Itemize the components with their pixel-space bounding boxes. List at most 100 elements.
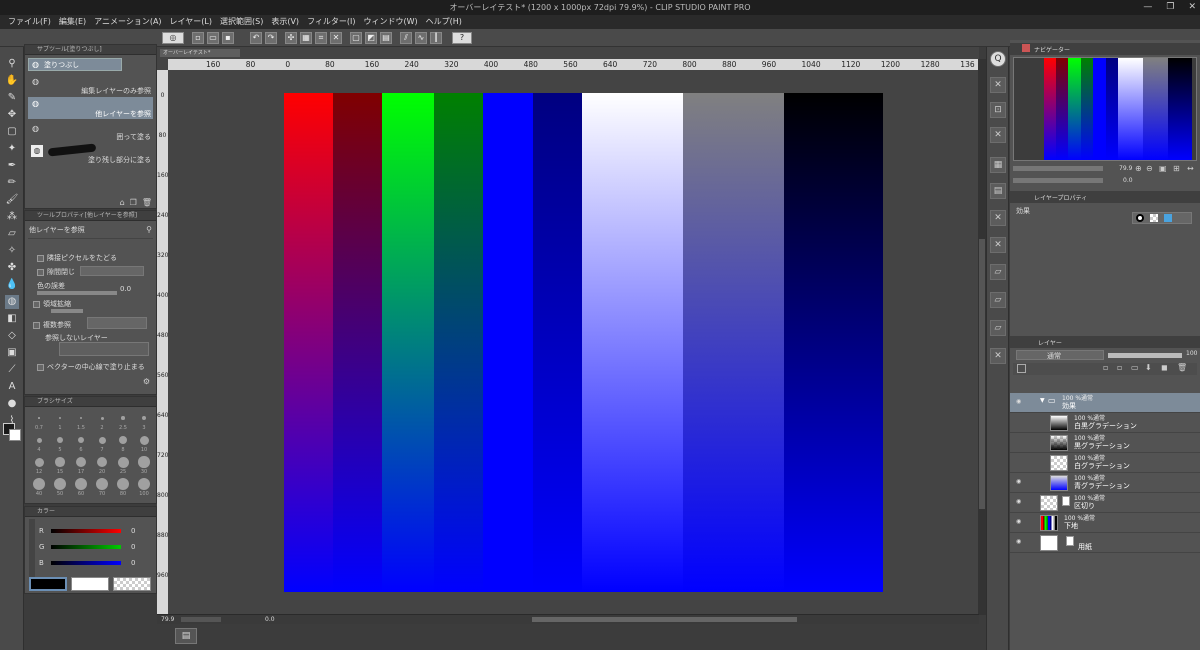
channel-g-slider[interactable] <box>51 545 121 549</box>
eye-icon[interactable]: ◉ <box>1016 499 1023 505</box>
snap-special-ruler-icon[interactable]: ∿ <box>415 32 427 44</box>
hand-icon[interactable]: ✋ <box>5 74 19 88</box>
save-icon[interactable]: ▪ <box>222 32 234 44</box>
close-gap-selector[interactable] <box>80 266 144 276</box>
tool-property-tab[interactable]: ツールプロパティ[他レイヤーを参照] <box>25 211 156 221</box>
layer-row[interactable]: ◉ 100 %通常 青グラデーション <box>1010 473 1200 493</box>
effect-buttons[interactable] <box>1132 212 1192 224</box>
brush-size-cell[interactable]: 8 <box>113 433 133 454</box>
open-file-icon[interactable]: ▭ <box>207 32 219 44</box>
brush-size-cell[interactable]: 2.5 <box>113 411 133 432</box>
snap-ruler-icon[interactable]: ⫽ <box>400 32 412 44</box>
snap-grid-icon[interactable]: ┃ <box>430 32 442 44</box>
color-mode-strip[interactable] <box>29 519 35 579</box>
brush-size-cell[interactable]: 5 <box>50 433 70 454</box>
tone-effect-icon[interactable] <box>1150 214 1158 222</box>
menu-selection[interactable]: 選択範囲(S) <box>218 15 269 29</box>
material-icon[interactable]: ▱ <box>990 292 1006 308</box>
brush-size-cell[interactable]: 20 <box>92 455 112 476</box>
menu-window[interactable]: ウィンドウ(W) <box>362 15 424 29</box>
layer-row[interactable]: 100 %通常 白グラデーション <box>1010 453 1200 473</box>
multi-refer-options[interactable] <box>87 317 147 329</box>
menu-animation[interactable]: アニメーション(A) <box>92 15 167 29</box>
channel-b-slider[interactable] <box>51 561 121 565</box>
brush-size-cell[interactable]: 0.7 <box>29 411 49 432</box>
pencil-icon[interactable]: ✏ <box>5 176 19 190</box>
eye-icon[interactable]: ◉ <box>1016 479 1023 485</box>
brush-size-cell[interactable]: 17 <box>71 455 91 476</box>
transparent-color-chip[interactable] <box>113 577 151 591</box>
menu-layer[interactable]: レイヤー(L) <box>168 15 218 29</box>
folder-collapse-icon[interactable]: ▼ <box>1040 397 1045 404</box>
layer-row[interactable]: 100 %通常 白黒グラデーション <box>1010 413 1200 433</box>
navigator-preview[interactable] <box>1013 57 1197 161</box>
navigator-icon[interactable]: ✕ <box>990 77 1006 93</box>
subtool-delete-icon[interactable]: 🗑 <box>142 198 152 207</box>
brush-size-cell[interactable]: 30 <box>134 455 154 476</box>
layer-row-folder[interactable]: ◉ ▼ ▭ 100 %通常 効果 <box>1010 393 1200 413</box>
canvas-artboard[interactable] <box>284 93 883 592</box>
selection-icon[interactable]: ▢ <box>5 125 19 139</box>
clear-icon[interactable]: ✣ <box>285 32 297 44</box>
color-wheel-icon[interactable]: ▦ <box>990 157 1006 173</box>
material-3d-icon[interactable]: ✕ <box>990 348 1006 364</box>
follow-adjacent-checkbox[interactable]: 隣接ピクセルをたどる <box>37 253 117 263</box>
new-vector-icon[interactable]: ▫ <box>1117 363 1122 372</box>
brush-size-cell[interactable]: 12 <box>29 455 49 476</box>
brush-size-cell[interactable]: 70 <box>92 477 112 498</box>
eye-icon[interactable]: ◉ <box>1016 399 1023 405</box>
layer-color-icon[interactable] <box>1164 214 1172 222</box>
layer-color-swatch[interactable] <box>1017 364 1026 373</box>
airbrush-icon[interactable]: ⁂ <box>5 210 19 224</box>
brush-size-tab[interactable]: ブラシサイズ <box>25 397 156 407</box>
layer-row[interactable]: ◉ 用紙 <box>1010 533 1200 553</box>
subtool-tab[interactable]: サブツール[塗りつぶし] <box>25 45 156 55</box>
brush-size-cell[interactable]: 4 <box>29 433 49 454</box>
close-icon[interactable]: ✕ <box>1188 0 1196 15</box>
layer-row[interactable]: 100 %通常 黒グラデーション <box>1010 433 1200 453</box>
brush-size-cell[interactable]: 100 <box>134 477 154 498</box>
canvas-vertical-scrollbar[interactable] <box>978 59 986 615</box>
balloon-icon[interactable]: ● <box>5 397 19 411</box>
gradient-icon[interactable]: ◧ <box>5 312 19 326</box>
color-history-icon[interactable]: ▱ <box>990 264 1006 280</box>
zoom-slider[interactable] <box>181 617 221 622</box>
subtool-copy-icon[interactable]: ❐ <box>130 198 137 207</box>
menu-filter[interactable]: フィルター(I) <box>305 15 361 29</box>
brush-size-cell[interactable]: 10 <box>134 433 154 454</box>
eraser-icon[interactable]: ▱ <box>5 227 19 241</box>
brush-size-cell[interactable]: 1.5 <box>71 411 91 432</box>
figure-icon[interactable]: ◇ <box>5 329 19 343</box>
vector-center-checkbox[interactable]: ベクターの中心線で塗り止まる <box>37 362 145 372</box>
delete-layer-icon[interactable]: 🗑 <box>1177 363 1187 372</box>
search-icon[interactable]: ⚲ <box>146 225 152 234</box>
brush-size-cell[interactable]: 50 <box>50 477 70 498</box>
frame-icon[interactable]: ▣ <box>5 346 19 360</box>
layer-mask-icon[interactable]: ◼ <box>1161 363 1168 372</box>
menu-view[interactable]: 表示(V) <box>269 15 305 29</box>
layer-row[interactable]: ◉ 100 %通常 下地 <box>1010 513 1200 533</box>
zoom-out-icon[interactable]: ⊖ <box>1146 164 1153 173</box>
brush-size-cell[interactable]: 1 <box>50 411 70 432</box>
subtool-item-selected[interactable]: ◍ 他レイヤーを参照 <box>28 97 153 119</box>
new-file-icon[interactable]: ▫ <box>192 32 204 44</box>
sub-color-chip[interactable] <box>71 577 109 591</box>
document-tab[interactable]: オーバーレイテスト* <box>160 49 240 57</box>
flip-icon[interactable]: ↔ <box>1187 164 1194 173</box>
sub-color-swatch[interactable] <box>9 429 21 441</box>
transform-icon[interactable]: ⌗ <box>315 32 327 44</box>
layers-tab[interactable]: レイヤー <box>1038 338 1062 347</box>
subtool-item[interactable]: ◍ 編集レイヤーのみ参照 <box>28 75 153 95</box>
fit-screen-icon[interactable]: ▣ <box>1159 164 1167 173</box>
intermediate-color-icon[interactable]: ✕ <box>990 210 1006 226</box>
close-gap-checkbox[interactable]: 隙間閉じ <box>37 267 75 277</box>
undo-icon[interactable]: ↶ <box>250 32 262 44</box>
minimize-icon[interactable]: — <box>1143 0 1152 15</box>
zoom-in-icon[interactable]: ⊕ <box>1135 164 1142 173</box>
menu-file[interactable]: ファイル(F) <box>6 15 57 29</box>
navigator-rotate-slider[interactable] <box>1013 178 1103 183</box>
layer-row[interactable]: ◉ 100 %通常 区切り <box>1010 493 1200 513</box>
subtool-item[interactable]: ◍ 塗り残し部分に塗る <box>28 143 153 165</box>
brush-size-cell[interactable]: 7 <box>92 433 112 454</box>
pen-icon[interactable]: ✒ <box>5 159 19 173</box>
